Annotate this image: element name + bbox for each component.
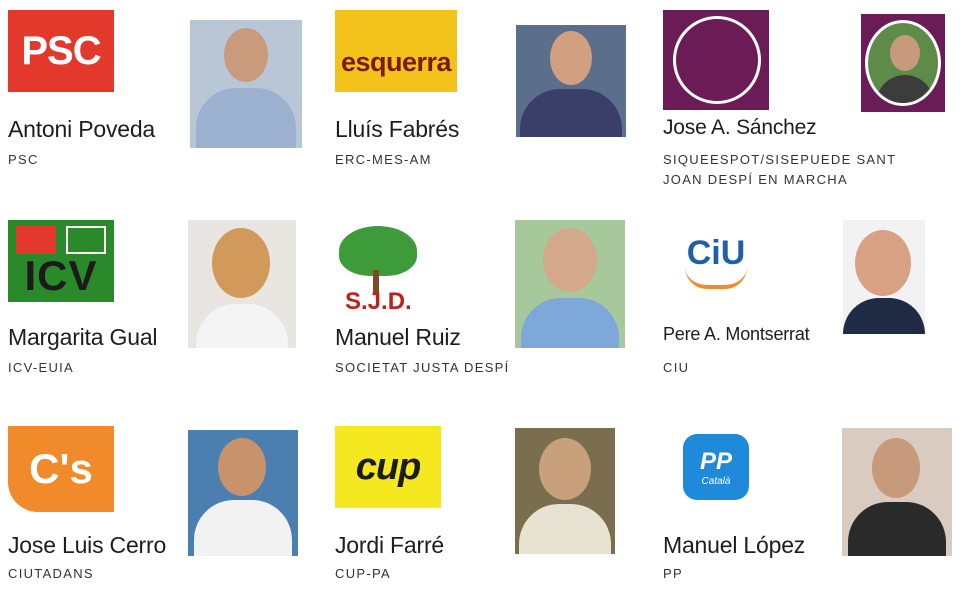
candidate-name: Lluís Fabrés — [335, 116, 460, 142]
candidate-photo — [188, 430, 298, 556]
pp-logo: PP Català — [663, 426, 769, 508]
candidate-photo — [515, 220, 625, 348]
candidate-card: S.J.D. Manuel Ruiz SOCIETAT JUSTA DESPÍ — [335, 220, 645, 410]
candidate-photo — [516, 25, 626, 137]
cup-logo: cup — [335, 426, 441, 508]
party-name: PSC — [8, 152, 39, 167]
candidate-photo — [842, 428, 952, 556]
party-name: ICV-EUIA — [8, 360, 75, 375]
candidate-card: PP Català Manuel López PP — [663, 426, 967, 616]
sisepuede-logo — [663, 10, 769, 110]
candidate-photo — [515, 428, 615, 554]
candidate-name: Manuel Ruiz — [335, 324, 461, 350]
icv-logo: ICV — [8, 220, 114, 302]
cs-logo: C's — [8, 426, 114, 512]
ciu-logo: CiU — [663, 220, 769, 302]
sjd-logo: S.J.D. — [335, 220, 441, 316]
candidate-card: ICV Margarita Gual ICV-EUIA — [8, 220, 318, 410]
candidate-photo — [190, 20, 302, 148]
party-name: CUP-PA — [335, 566, 391, 581]
party-name: ERC-MES-AM — [335, 152, 432, 167]
party-name: SOCIETAT JUSTA DESPÍ — [335, 360, 510, 375]
candidate-name: Jordi Farré — [335, 532, 444, 558]
candidate-name: Jose Luis Cerro — [8, 532, 167, 558]
psc-logo: PSC — [8, 10, 114, 92]
party-name: CIU — [663, 360, 690, 375]
candidate-photo — [843, 220, 925, 334]
candidate-name: Antoni Poveda — [8, 116, 156, 142]
candidate-name: Manuel López — [663, 532, 806, 558]
candidate-name: Jose A. Sánchez — [663, 116, 817, 139]
candidate-card: PSC Antoni Poveda PSC — [8, 10, 318, 200]
candidate-card: CiU Pere A. Montserrat CIU — [663, 220, 967, 410]
party-name: PP — [663, 566, 683, 581]
candidate-card: C's Jose Luis Cerro CIUTADANS — [8, 426, 318, 616]
candidate-card: cup Jordi Farré CUP-PA — [335, 426, 645, 616]
candidate-photo — [188, 220, 296, 348]
candidate-card: esquerra Lluís Fabrés ERC-MES-AM — [335, 10, 645, 200]
party-name: CIUTADANS — [8, 566, 94, 581]
candidate-name: Pere A. Montserrat — [663, 324, 810, 344]
candidate-photo — [861, 14, 945, 112]
party-name: SIQUEESPOT/SISEPUEDE SANT JOAN DESPÍ EN … — [663, 152, 897, 187]
erc-logo: esquerra — [335, 10, 457, 92]
candidate-card: Jose A. Sánchez SIQUEESPOT/SISEPUEDE SAN… — [663, 10, 967, 200]
candidate-name: Margarita Gual — [8, 324, 158, 350]
